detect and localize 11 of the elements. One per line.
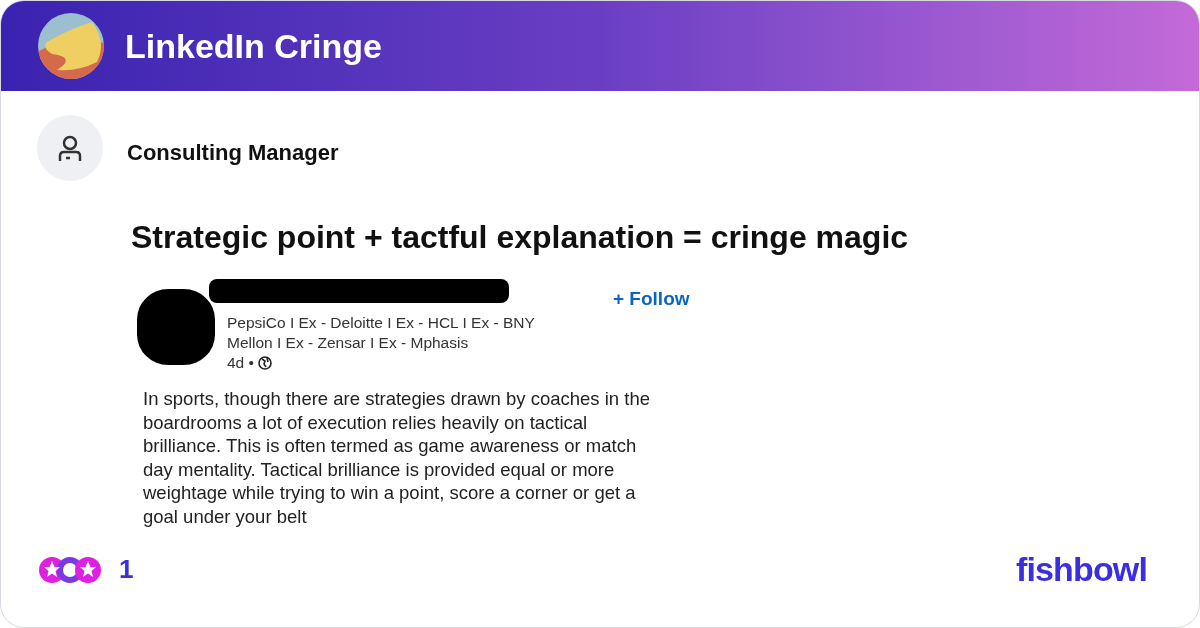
reaction-icons <box>37 554 103 585</box>
author-headline: PepsiCo I Ex - Deloitte I Ex - HCL I Ex - BNY Mellon I Ex - Zensar I Ex - Mphasis <box>227 313 536 353</box>
group-title: LinkedIn Cringe <box>125 25 382 67</box>
follow-link[interactable]: + Follow <box>613 285 690 314</box>
globe-icon <box>258 356 272 370</box>
post-age: 4d • <box>227 353 254 373</box>
post-body: In sports, though there are strategies drawn by coaches in the boardrooms a lot of execution relies heavily on tactical brilliance. This is often termed as game awareness or match day mentality. Tactical brilliance is provided equal or more weightage while trying to win a point, score a corner or get a goal under your belt <box>143 387 650 528</box>
author-name: Consulting Manager <box>127 138 339 167</box>
post-title: Strategic point + tactful explanation = cringe magic <box>131 218 910 257</box>
reaction-count: 1 <box>119 553 134 586</box>
fishbowl-logo: fishbowl <box>1015 549 1147 590</box>
